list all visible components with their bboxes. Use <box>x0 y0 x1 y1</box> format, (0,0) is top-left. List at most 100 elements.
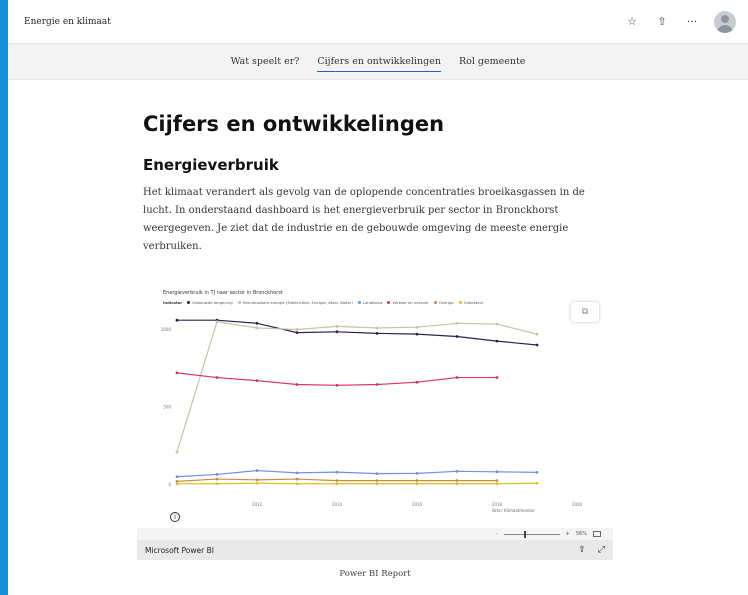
zoom-slider-handle[interactable] <box>523 530 526 538</box>
data-point[interactable] <box>175 482 179 486</box>
legend-label: Landbouw <box>362 300 383 305</box>
chart-legend: Indicator Gebouwde omgeving Hernieuwbare … <box>163 300 483 305</box>
share-report-icon[interactable]: ⇪ <box>578 545 586 555</box>
app-window: Energie en klimaat ☆ ⇧ ··· Wat speelt er… <box>8 0 748 595</box>
legend-label: Verkeer en vervoer <box>392 300 429 305</box>
data-point[interactable] <box>455 479 459 483</box>
star-icon[interactable]: ☆ <box>624 15 640 28</box>
data-point[interactable] <box>375 479 379 483</box>
data-point[interactable] <box>175 371 179 375</box>
data-point[interactable] <box>375 472 379 476</box>
data-point[interactable] <box>215 482 219 486</box>
data-point[interactable] <box>375 326 379 330</box>
data-point[interactable] <box>255 481 259 485</box>
legend-swatch <box>357 301 361 304</box>
data-point[interactable] <box>455 482 459 486</box>
legend-item[interactable]: Gebouwde omgeving <box>187 300 233 305</box>
zoom-level: 56% <box>575 531 587 537</box>
data-point[interactable] <box>415 332 419 336</box>
info-icon[interactable]: i <box>170 512 180 522</box>
legend-title: Indicator <box>163 300 183 305</box>
data-point[interactable] <box>535 332 539 336</box>
intro-paragraph: Het klimaat verandert als gevolg van de … <box>143 187 585 252</box>
data-point[interactable] <box>495 322 499 326</box>
report-canvas[interactable]: 1000 500 0 2012 2014 2016 2018 2020 Energieverb… <box>137 284 613 529</box>
nav-item-rol-gemeente[interactable]: Rol gemeente <box>459 52 525 71</box>
legend-item[interactable]: Overige <box>433 300 454 305</box>
chart-title: Energieverbruik in TJ naar sector in Bro… <box>163 290 283 296</box>
data-point[interactable] <box>415 471 419 475</box>
data-point[interactable] <box>455 469 459 473</box>
data-point[interactable] <box>255 321 259 325</box>
legend-swatch <box>187 301 191 304</box>
more-icon[interactable]: ··· <box>684 15 700 28</box>
legend-item[interactable]: Hernieuwbare energie (Elektriciteit, Ene… <box>237 300 353 305</box>
zoom-slider[interactable] <box>503 530 560 538</box>
nav-item-cijfers[interactable]: Cijfers en ontwikkelingen <box>317 52 441 72</box>
popout-icon[interactable]: ⧉ <box>571 302 599 322</box>
data-point[interactable] <box>495 376 499 379</box>
data-point[interactable] <box>535 471 539 474</box>
y-tick-label: 1000 <box>161 327 172 332</box>
legend-item[interactable]: Onbekend <box>458 300 483 305</box>
site-title[interactable]: Energie en klimaat <box>24 17 111 27</box>
data-point[interactable] <box>175 475 179 479</box>
data-point[interactable] <box>295 383 299 386</box>
data-point[interactable] <box>255 379 259 383</box>
data-point[interactable] <box>295 331 299 334</box>
data-point[interactable] <box>335 383 339 387</box>
data-point[interactable] <box>295 328 299 331</box>
data-point[interactable] <box>255 478 259 482</box>
legend-item[interactable]: Verkeer en vervoer <box>387 300 429 305</box>
series-line[interactable] <box>176 321 538 453</box>
share-icon[interactable]: ⇧ <box>654 15 670 28</box>
series-line[interactable] <box>176 372 497 386</box>
data-point[interactable] <box>335 330 339 334</box>
data-point[interactable] <box>335 479 339 483</box>
data-point[interactable] <box>535 343 539 347</box>
data-point[interactable] <box>535 481 539 485</box>
data-point[interactable] <box>415 482 419 486</box>
power-bi-label[interactable]: Microsoft Power BI <box>145 546 214 555</box>
data-point[interactable] <box>495 339 499 343</box>
fullscreen-icon[interactable]: ⤢ <box>598 545 605 555</box>
data-point[interactable] <box>375 331 379 335</box>
data-point[interactable] <box>495 479 499 483</box>
zoom-out-button[interactable]: - <box>496 531 498 537</box>
avatar-body-icon <box>717 24 733 33</box>
data-point[interactable] <box>415 479 419 483</box>
data-point[interactable] <box>335 482 339 486</box>
report-caption: Power BI Report <box>339 569 411 579</box>
data-point[interactable] <box>415 325 419 329</box>
data-point[interactable] <box>175 318 179 322</box>
data-point[interactable] <box>335 470 339 474</box>
data-point[interactable] <box>415 380 419 384</box>
zoom-in-button[interactable]: + <box>566 531 570 537</box>
data-point[interactable] <box>335 325 339 328</box>
section-heading: Energieverbruik <box>143 156 279 174</box>
legend-item[interactable]: Landbouw <box>357 300 383 305</box>
data-point[interactable] <box>215 376 219 379</box>
data-point[interactable] <box>375 383 379 386</box>
series-line[interactable] <box>176 469 538 478</box>
data-point[interactable] <box>175 450 179 454</box>
data-point[interactable] <box>295 471 299 475</box>
nav-item-wat-speelt-er[interactable]: Wat speelt er? <box>231 52 300 71</box>
data-point[interactable] <box>495 482 499 486</box>
data-point[interactable] <box>455 321 459 325</box>
data-point[interactable] <box>215 320 219 324</box>
data-point[interactable] <box>255 326 259 330</box>
fit-to-page-icon[interactable] <box>593 531 601 537</box>
data-point[interactable] <box>455 335 459 338</box>
data-point[interactable] <box>215 477 219 481</box>
data-point[interactable] <box>375 482 379 486</box>
data-point[interactable] <box>455 376 459 379</box>
avatar[interactable] <box>714 10 736 33</box>
legend-swatch <box>433 301 437 304</box>
x-tick-label: 2016 <box>412 502 423 507</box>
data-point[interactable] <box>295 482 299 486</box>
data-point[interactable] <box>215 473 219 476</box>
data-point[interactable] <box>295 477 299 481</box>
data-point[interactable] <box>255 469 259 472</box>
data-point[interactable] <box>495 470 499 474</box>
